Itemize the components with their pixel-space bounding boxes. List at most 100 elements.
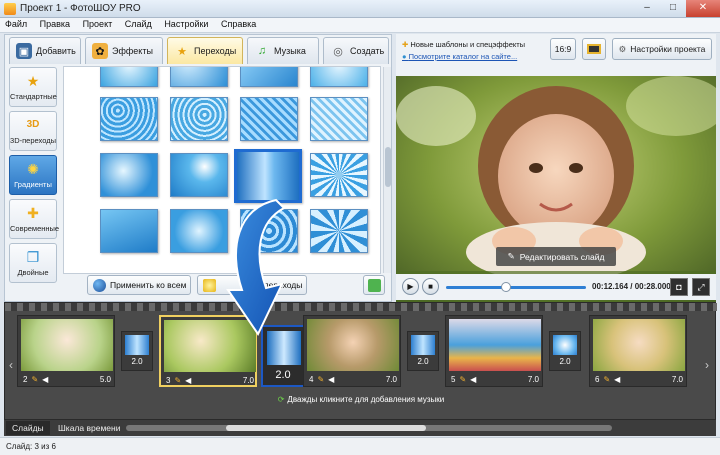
double-icon: ❐ bbox=[26, 249, 40, 265]
slide-duration: 7.0 bbox=[527, 374, 539, 384]
apply-all-button[interactable]: Применить ко всем bbox=[87, 275, 191, 295]
tab-add[interactable]: ▣ Добавить bbox=[9, 37, 81, 64]
menu-slide[interactable]: Слайд bbox=[120, 18, 157, 30]
transition-thumb[interactable] bbox=[310, 153, 368, 197]
transition-thumb[interactable] bbox=[240, 97, 298, 141]
slide-info: 2 ✎ ◀ 5.0 bbox=[21, 373, 113, 385]
category-label: 3D-переходы bbox=[10, 136, 56, 145]
transition-thumb[interactable] bbox=[310, 209, 368, 253]
playback-progress-track[interactable] bbox=[446, 286, 586, 289]
slide-item[interactable]: 2 ✎ ◀ 5.0 bbox=[17, 315, 115, 387]
transition-item[interactable]: 2.0 bbox=[407, 331, 439, 371]
transition-thumb[interactable] bbox=[170, 97, 228, 141]
edit-slide-button[interactable]: ✎ Редактировать слайд bbox=[496, 247, 616, 266]
transition-thumb[interactable] bbox=[170, 153, 228, 197]
grid-scrollbar-thumb[interactable] bbox=[385, 147, 391, 187]
slide-item-current[interactable]: 3 ✎ ◀ 7.0 bbox=[159, 315, 257, 387]
slide-number: 3 bbox=[166, 375, 171, 385]
add-transition-button[interactable] bbox=[363, 275, 385, 295]
tab-effects[interactable]: ✿ Эффекты bbox=[85, 37, 163, 64]
transition-thumb[interactable] bbox=[170, 209, 228, 253]
tab-slides[interactable]: Слайды bbox=[6, 421, 50, 435]
star-icon: ★ bbox=[177, 45, 187, 58]
fullscreen-button[interactable]: ⤢ bbox=[692, 278, 710, 296]
transition-thumb[interactable] bbox=[170, 67, 228, 87]
music-refresh-icon: ⟳ bbox=[277, 395, 285, 404]
timeline-scrollbar[interactable] bbox=[126, 425, 612, 431]
menu-file[interactable]: Файл bbox=[0, 18, 32, 30]
transition-thumb[interactable] bbox=[240, 67, 298, 87]
scroll-right-icon[interactable]: › bbox=[705, 358, 709, 372]
random-transitions-button[interactable]: переходы bbox=[197, 275, 307, 295]
preview-image bbox=[396, 76, 716, 304]
globe-icon bbox=[93, 279, 106, 292]
transition-thumb[interactable] bbox=[100, 67, 158, 87]
tab-music-label: Музыка bbox=[274, 46, 306, 56]
playback-progress-knob[interactable] bbox=[501, 282, 512, 292]
transition-thumb[interactable] bbox=[100, 209, 158, 253]
timeline-scrollbar-thumb[interactable] bbox=[226, 425, 426, 431]
menu-bar: Файл Правка Проект Слайд Настройки Справ… bbox=[0, 18, 720, 33]
music-note-icon: ♫ bbox=[257, 45, 267, 57]
snapshot-button[interactable]: ◘ bbox=[670, 278, 688, 296]
menu-settings[interactable]: Настройки bbox=[159, 18, 213, 30]
menu-edit[interactable]: Правка bbox=[35, 18, 75, 30]
palette-icon: ✿ bbox=[92, 43, 108, 59]
category-3d[interactable]: 3D 3D-переходы bbox=[9, 111, 57, 151]
transition-duration: 2.0 bbox=[559, 357, 571, 366]
transition-item[interactable]: 2.0 bbox=[549, 331, 581, 371]
apply-all-label: Применить ко всем bbox=[110, 280, 187, 290]
pencil-icon: ✎ bbox=[507, 251, 515, 261]
slide-item[interactable]: 5 ✎ ◀ 7.0 bbox=[445, 315, 543, 387]
catalog-link[interactable]: ● Посмотрите каталог на сайте... bbox=[402, 52, 517, 61]
pencil-icon: ✎ bbox=[174, 375, 182, 385]
category-standard[interactable]: ★ Стандартные bbox=[9, 67, 57, 107]
transition-thumbnail bbox=[553, 335, 577, 355]
ratio-button[interactable]: 16:9 bbox=[550, 38, 576, 60]
sound-icon: ◀ bbox=[185, 375, 192, 385]
category-gradients[interactable]: ✺ Градиенты bbox=[9, 155, 57, 195]
menu-help[interactable]: Справка bbox=[216, 18, 261, 30]
project-settings-button[interactable]: ⚙ Настройки проекта bbox=[612, 38, 712, 60]
star-icon: ★ bbox=[26, 73, 40, 89]
play-button[interactable]: ▶ bbox=[402, 278, 419, 295]
maximize-button[interactable]: □ bbox=[660, 0, 686, 17]
category-list: ★ Стандартные 3D 3D-переходы ✺ Градиенты… bbox=[9, 67, 59, 299]
tab-transitions-label: Переходы bbox=[194, 46, 237, 56]
slide-info: 4 ✎ ◀ 7.0 bbox=[307, 373, 399, 385]
close-button[interactable]: ✕ bbox=[686, 0, 720, 17]
slide-duration: 7.0 bbox=[242, 375, 254, 385]
news-text: Новые шаблоны и спецэффекты bbox=[410, 40, 526, 49]
transition-thumb[interactable] bbox=[310, 67, 368, 87]
transition-drop-target[interactable]: 2.0 bbox=[261, 325, 305, 387]
category-modern[interactable]: ✚ Современные bbox=[9, 199, 59, 239]
slide-duration: 7.0 bbox=[385, 374, 397, 384]
category-double[interactable]: ❐ Двойные bbox=[9, 243, 57, 283]
transition-duration: 2.0 bbox=[275, 369, 291, 381]
transition-thumb[interactable] bbox=[100, 153, 158, 197]
scroll-left-icon[interactable]: ‹ bbox=[9, 358, 13, 372]
transition-thumb[interactable] bbox=[100, 97, 158, 141]
transition-item[interactable]: 2.0 bbox=[121, 331, 153, 371]
transition-thumbnail bbox=[267, 331, 301, 365]
tab-transitions[interactable]: ★ Переходы bbox=[167, 37, 243, 64]
menu-project[interactable]: Проект bbox=[78, 18, 118, 30]
camera-icon: ◘ bbox=[676, 282, 682, 292]
slide-item[interactable]: 4 ✎ ◀ 7.0 bbox=[303, 315, 401, 387]
stop-button[interactable]: ■ bbox=[422, 278, 439, 295]
film-strip-edge bbox=[5, 303, 717, 311]
tab-create[interactable]: ◎ Создать bbox=[323, 37, 389, 64]
transition-thumb[interactable] bbox=[240, 209, 298, 253]
minimize-button[interactable]: – bbox=[634, 0, 660, 17]
music-drop-hint[interactable]: ⟳ Дважды кликните для добавления музыки bbox=[5, 395, 717, 404]
transition-thumb[interactable] bbox=[310, 97, 368, 141]
3d-icon: 3D bbox=[26, 119, 40, 130]
slide-item[interactable]: 6 ✎ ◀ 7.0 bbox=[589, 315, 687, 387]
slide-info: 5 ✎ ◀ 7.0 bbox=[449, 373, 541, 385]
transition-thumb-selected[interactable] bbox=[234, 149, 302, 203]
fullscreen-preview-button[interactable] bbox=[582, 38, 606, 60]
grid-scrollbar[interactable] bbox=[383, 67, 391, 273]
tab-timeline[interactable]: Шкала времени bbox=[52, 421, 126, 435]
app-window: Проект 1 - ФотоШОУ PRO – □ ✕ Файл Правка… bbox=[0, 0, 720, 455]
tab-music[interactable]: ♫ Музыка bbox=[247, 37, 319, 64]
